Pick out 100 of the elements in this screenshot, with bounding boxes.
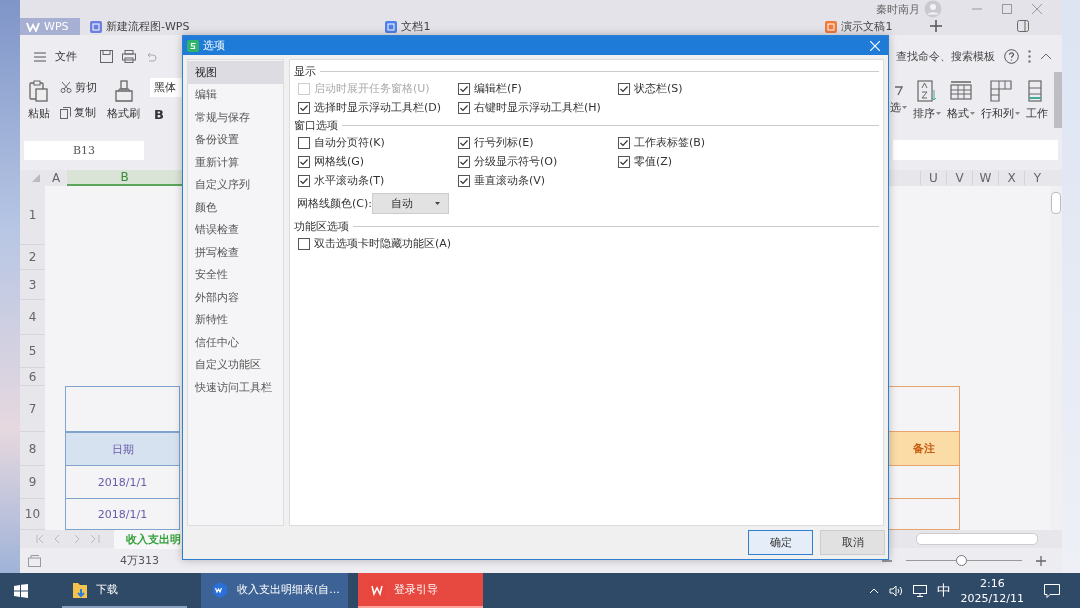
row-number[interactable]: 9 [20,466,45,499]
checkbox[interactable] [458,101,470,114]
save-icon[interactable] [100,50,113,63]
checkbox[interactable] [458,174,470,187]
checkbox[interactable] [458,82,470,95]
format-painter-button[interactable]: 格式刷 [107,79,140,121]
panel-icon[interactable] [1017,20,1030,32]
checkbox-label[interactable]: 零值(Z) [634,154,673,169]
column-header[interactable]: U [920,171,946,185]
category-item[interactable]: 自定义功能区 [188,353,283,376]
category-item[interactable]: 错误检查 [188,218,283,241]
checkbox[interactable] [618,82,630,95]
checkbox-label[interactable]: 垂直滚动条(V) [474,173,546,188]
category-item[interactable]: 快速访问工具栏 [188,376,283,399]
checkbox[interactable] [298,136,310,149]
column-header[interactable]: V [946,171,972,185]
checkbox-label[interactable]: 行号列标(E) [474,135,534,150]
column-header[interactable]: Y [1024,171,1050,185]
column-header[interactable]: A [45,171,67,185]
checkbox-label[interactable]: 自动分页符(K) [314,135,385,150]
taskbar-app[interactable]: 收入支出明细表(自... [201,573,348,608]
row-number[interactable]: 1 [20,186,45,245]
volume-icon[interactable] [888,584,903,597]
category-item[interactable]: 拼写检查 [188,241,283,264]
checkbox[interactable] [298,174,310,187]
checkbox-label[interactable]: 水平滚动条(T) [314,173,385,188]
document-tab[interactable]: 新建流程图-WPS [80,18,196,35]
row-number[interactable]: 5 [20,335,45,368]
category-item[interactable]: 颜色 [188,196,283,219]
checkbox[interactable] [618,136,630,149]
document-tab[interactable]: 文档1 [375,18,491,35]
category-item[interactable]: 重新计算 [188,151,283,174]
category-item[interactable]: 常规与保存 [188,106,283,129]
ribbon-scrollbar[interactable] [1054,72,1062,128]
clipboard-icon [29,79,49,102]
clock-time[interactable]: 2:16 [979,575,1005,591]
checkbox[interactable] [298,237,310,250]
row-number[interactable]: 4 [20,300,45,335]
clock-date[interactable]: 2025/12/11 [960,590,1024,606]
help-icon[interactable] [1004,49,1019,64]
checkbox[interactable] [458,136,470,149]
formula-field[interactable] [893,140,1058,160]
row-number[interactable]: 6 [20,368,45,386]
document-tab[interactable]: 演示文稿1 [815,18,931,35]
category-item[interactable]: 安全性 [188,263,283,286]
category-item[interactable]: 视图 [188,61,283,84]
zoom-in-icon[interactable] [1036,555,1046,566]
column-header[interactable]: X [998,171,1024,185]
checkbox[interactable] [298,155,310,168]
row-number[interactable]: 7 [20,386,45,432]
copy-button[interactable]: 复制 [60,105,97,120]
checkbox-label[interactable]: 工作表标签(B) [634,135,706,150]
category-item[interactable]: 备份设置 [188,128,283,151]
column-header[interactable]: W [972,171,998,185]
paste-button[interactable]: 粘贴 [28,79,50,121]
notification-icon[interactable] [1044,583,1060,598]
row-number[interactable]: 3 [20,270,45,300]
section-heading: 窗口选项 [294,117,338,133]
ribbon-label: 排序 [913,105,935,121]
cut-button[interactable]: 剪切 [60,80,97,95]
checkbox[interactable] [298,101,310,114]
collapse-icon[interactable] [1040,53,1052,60]
row-number[interactable]: 2 [20,245,45,270]
checkbox-label[interactable]: 双击选项卡时隐藏功能区(A) [314,236,452,251]
category-item[interactable]: 外部内容 [188,286,283,309]
category-item[interactable]: 自定义序列 [188,173,283,196]
file-menu[interactable]: 文件 [55,49,77,64]
command-search-field[interactable]: 查找命令、搜索模板 [896,49,995,64]
document-icon [90,20,102,33]
more-icon[interactable] [1028,50,1031,63]
taskbar-app[interactable]: 登录引导 [357,573,483,608]
dialog-button[interactable]: 取消 [820,530,885,555]
print-icon[interactable] [122,50,136,63]
checkbox[interactable] [458,155,470,168]
row-number[interactable]: 10 [20,499,45,530]
windows-start-icon[interactable] [14,583,28,598]
checkbox-label[interactable]: 右键时显示浮动工具栏(H) [474,100,601,115]
row-number[interactable]: 8 [20,432,45,466]
checkbox-label[interactable]: 分级显示符号(O) [474,154,558,169]
ribbon-label: 工作 [1026,105,1048,121]
checkbox-label[interactable]: 编辑栏(F) [474,81,522,96]
dialog-button[interactable]: 确定 [748,530,813,555]
caret-icon [936,111,941,115]
horizontal-scrollbar[interactable] [916,533,1038,545]
input-method-indicator[interactable]: 中 [936,581,951,600]
category-item[interactable]: 新特性 [188,308,283,331]
gridline-color-dropdown[interactable]: 自动 [372,193,449,214]
wps-logo-icon [26,21,40,32]
checkbox-label[interactable]: 选择时显示浮动工具栏(D) [314,100,442,115]
taskbar-app[interactable]: 下载 [62,573,187,608]
show-hidden-icon[interactable] [868,587,879,594]
checkbox[interactable] [618,155,630,168]
add-tab-icon[interactable] [930,20,943,32]
vertical-scrollbar[interactable] [1050,186,1062,530]
checkbox-label[interactable]: 状态栏(S) [634,81,683,96]
category-item[interactable]: 信任中心 [188,331,283,354]
section-heading: 显示 [294,63,316,79]
name-box[interactable]: B13 [24,140,144,160]
zoom-slider[interactable] [906,555,1022,566]
checkbox-label[interactable]: 网格线(G) [314,154,365,169]
